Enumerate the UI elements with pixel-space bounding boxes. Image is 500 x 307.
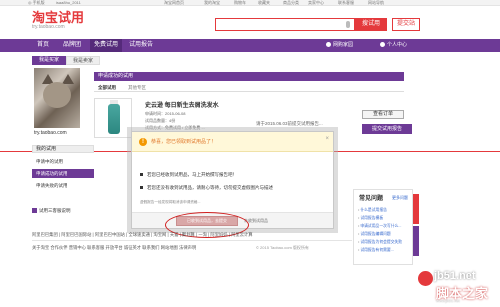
side-float-tab-red[interactable] bbox=[413, 194, 419, 224]
product-meta-count: 试用品数量：4份 bbox=[145, 118, 176, 123]
submit-site-button[interactable]: 提交站 bbox=[392, 18, 420, 31]
user-icon bbox=[380, 42, 385, 48]
report-deadline-notice: 请于2015.06.03前提交试用报告... bbox=[256, 121, 323, 126]
modal-title: 恭喜，您已领取到试用品了！ bbox=[151, 139, 217, 145]
cat-ear-right bbox=[62, 74, 74, 84]
footer-site-links[interactable]: 关于淘宝 合作伙伴 营销中心 联系客服 开放平台 诚征英才 联系我们 网站地图 … bbox=[32, 245, 196, 251]
footer-group-links[interactable]: 阿里巴巴集团 | 阿里巴巴国际站 | 阿里巴巴中国站 | 全球速卖通 | 淘宝网… bbox=[32, 232, 253, 238]
faq-item[interactable]: 申请试用品一次写什么... bbox=[358, 224, 401, 229]
footer-copyright: © 2015 Taobao.com 版权所有 bbox=[256, 245, 309, 250]
seller-center-link[interactable]: 卖家中心 bbox=[308, 0, 324, 6]
search-box bbox=[215, 18, 355, 31]
nav-home-garden[interactable]: 网购家园 bbox=[326, 39, 353, 52]
faq-panel: 常见问题 更多问题 什么是试用报告 试用报告模板 申请试用品一次写什么... 试… bbox=[353, 189, 413, 265]
my-taobao-link[interactable]: 我的淘宝 bbox=[204, 0, 220, 6]
category-link[interactable]: 商品分类 bbox=[283, 0, 299, 6]
nav-personal-center[interactable]: 个人中心 bbox=[380, 39, 407, 52]
warning-icon: ! bbox=[139, 138, 147, 146]
nav-brand[interactable]: 品牌团 bbox=[58, 39, 86, 52]
product-image[interactable] bbox=[94, 98, 132, 138]
faq-item[interactable]: 试用报告编辑问题 bbox=[358, 232, 390, 237]
cart-link[interactable]: 购物车 bbox=[234, 0, 246, 6]
faq-more-link[interactable]: 更多问题 bbox=[392, 195, 408, 201]
favorites-link[interactable]: 收藏夹 bbox=[258, 0, 270, 6]
sidebar-item-failed[interactable]: 申请失败的试用 bbox=[32, 181, 94, 190]
top-bar: ◎ 手机版 isaa8hu_2011 淘宝网首页 我的淘宝 购物车 收藏夹 商品… bbox=[0, 0, 500, 6]
cat-face bbox=[43, 82, 71, 108]
logo[interactable]: 淘宝试用 try.taobao.com bbox=[32, 11, 84, 30]
help-icon bbox=[32, 208, 37, 214]
microphone-icon[interactable] bbox=[346, 21, 350, 28]
service-link[interactable]: 联系客服 bbox=[338, 0, 354, 6]
view-order-button[interactable]: 查看订单 bbox=[362, 110, 404, 119]
cat-avatar-icon[interactable] bbox=[34, 68, 80, 128]
nav-home[interactable]: 首页 bbox=[30, 39, 56, 52]
nav-free-trial[interactable]: 免费试用 bbox=[90, 39, 122, 52]
search-button[interactable]: 搜试用 bbox=[355, 18, 387, 31]
modal-line-received: 若您已经收到试用品，马上开始撰写报告吧！ bbox=[140, 172, 237, 178]
faq-item[interactable]: 试用报告为何会提交失败 bbox=[358, 240, 402, 245]
nav-trial-report[interactable]: 试用报告 bbox=[124, 39, 158, 52]
logo-text: 淘宝试用 bbox=[32, 10, 85, 25]
watermark-domain: jb51.net bbox=[434, 270, 476, 282]
sidebar-help-label: 试用三客服说明 bbox=[39, 208, 71, 213]
faq-title: 常见问题 bbox=[359, 196, 384, 202]
home-icon bbox=[326, 42, 331, 48]
watermark-logo-icon bbox=[418, 271, 433, 286]
search-input[interactable] bbox=[216, 19, 336, 30]
close-icon[interactable]: × bbox=[325, 136, 329, 142]
faq-item[interactable]: 试用报告模板 bbox=[358, 216, 383, 221]
tab-buyer[interactable]: 我是买家 bbox=[32, 56, 66, 65]
modal-line-not-received: 若您还没有收到试用品，请耐心等待，切勿提交虚假图片与描述 bbox=[140, 185, 273, 191]
modal-fine-print: 虚假报告一经发现将取消该申请资格... bbox=[140, 200, 201, 204]
watermark-url: www.jb51.net bbox=[436, 298, 460, 303]
submit-report-button[interactable]: 提交试用报告 bbox=[362, 124, 412, 134]
nav-personal-center-label: 个人中心 bbox=[387, 42, 408, 48]
bullet-icon bbox=[140, 186, 143, 190]
site-nav-link[interactable]: 网站导航 bbox=[368, 0, 384, 6]
tab-seller[interactable]: 我是卖家 bbox=[66, 56, 100, 65]
modal-line-not-received-text: 若您还没有收到试用品，请耐心等待，切勿提交虚假图片与描述 bbox=[147, 185, 273, 190]
sidebar-item-applying[interactable]: 申请中的试用 bbox=[32, 157, 94, 166]
subtab-other[interactable]: 其他专区 bbox=[128, 84, 146, 92]
faq-item[interactable]: 什么是试用报告 bbox=[358, 208, 387, 213]
product-title[interactable]: 史云逊 每日新生去屑洗发水 bbox=[145, 100, 219, 109]
profile-name[interactable]: try.taobao.com bbox=[34, 130, 67, 136]
bullet-icon bbox=[140, 173, 143, 177]
side-float-tab-purple[interactable] bbox=[413, 226, 419, 256]
faq-item[interactable]: 试用报告有何需要... bbox=[358, 248, 394, 253]
sidebar-help-link[interactable]: 试用三客服说明 bbox=[32, 208, 71, 214]
nav-home-garden-label: 网购家园 bbox=[333, 42, 354, 48]
section-header-success: 申请成功的试用 bbox=[94, 72, 404, 81]
sidebar-heading: 我的试用 bbox=[32, 145, 94, 153]
sidebar-item-success[interactable]: 申请成功的试用 bbox=[32, 169, 94, 178]
mobile-link[interactable]: ◎ 手机版 bbox=[28, 0, 45, 6]
taobao-home-link[interactable]: 淘宝网首页 bbox=[164, 0, 184, 6]
bottle-icon bbox=[108, 104, 120, 134]
subtab-all[interactable]: 全部试用 bbox=[98, 84, 116, 92]
modal-header: ! 恭喜，您已领取到试用品了！ × bbox=[132, 132, 333, 152]
trial-subtabs: 全部试用 其他专区 bbox=[94, 84, 404, 92]
product-meta-date: 申请时间：2015-06-08 bbox=[145, 111, 186, 116]
modal-line-received-text: 若您已经收到试用品，马上开始撰写报告吧！ bbox=[147, 172, 237, 177]
main-nav: 首页 品牌团 免费试用 试用报告 网购家园 个人中心 bbox=[0, 39, 500, 52]
username-link[interactable]: isaa8hu_2011 bbox=[56, 0, 81, 6]
footer-divider bbox=[32, 240, 352, 241]
